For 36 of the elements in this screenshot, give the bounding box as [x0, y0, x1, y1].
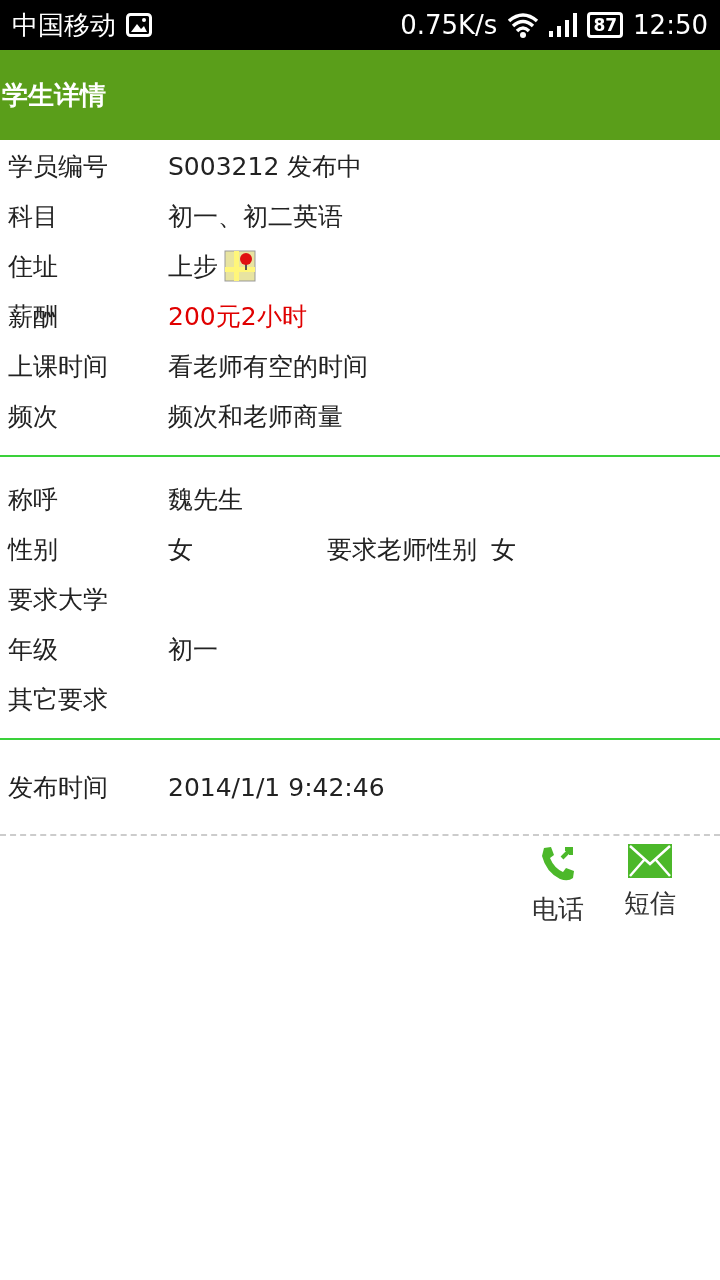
- field-label: 要求老师性别: [327, 533, 477, 566]
- field-label: 薪酬: [7, 300, 59, 333]
- page-title: 学生详情: [2, 78, 106, 112]
- field-value: 200元2小时: [168, 300, 307, 333]
- field-value: 频次和老师商量: [168, 400, 343, 433]
- signal-icon: [549, 13, 578, 37]
- map-icon[interactable]: [224, 250, 256, 282]
- field-label: 性别: [6, 533, 59, 566]
- field-label: 年级: [7, 633, 59, 666]
- phone-button[interactable]: 电话: [532, 844, 584, 927]
- sms-button[interactable]: 短信: [624, 844, 676, 927]
- field-label: 住址: [7, 250, 59, 283]
- clock: 12:50: [633, 10, 708, 40]
- field-value: 女: [491, 533, 516, 566]
- field-label: 频次: [7, 400, 59, 433]
- envelope-icon: [628, 844, 672, 878]
- field-label: 上课时间: [7, 350, 109, 383]
- battery-icon: 87: [587, 12, 624, 38]
- field-label: 科目: [7, 200, 59, 233]
- field-value: 初一、初二英语: [168, 200, 343, 233]
- field-value: 魏先生: [168, 483, 243, 516]
- wifi-icon: [507, 12, 540, 38]
- field-value: S003212 发布中: [168, 150, 363, 183]
- field-value: 女: [168, 533, 193, 566]
- field-label: 学员编号: [7, 150, 109, 183]
- carrier-name: 中国移动: [12, 8, 116, 42]
- field-value: 看老师有空的时间: [168, 350, 368, 383]
- field-label: 发布时间: [7, 771, 109, 804]
- field-label: 要求大学: [7, 583, 109, 616]
- field-value: 初一: [168, 633, 218, 666]
- image-icon: [126, 13, 152, 37]
- field-label: 其它要求: [7, 683, 109, 716]
- network-speed: 0.75K/s: [400, 10, 498, 40]
- field-label: 称呼: [7, 483, 59, 516]
- field-value: 上步: [168, 250, 218, 283]
- field-value: 2014/1/1 9:42:46: [168, 772, 385, 802]
